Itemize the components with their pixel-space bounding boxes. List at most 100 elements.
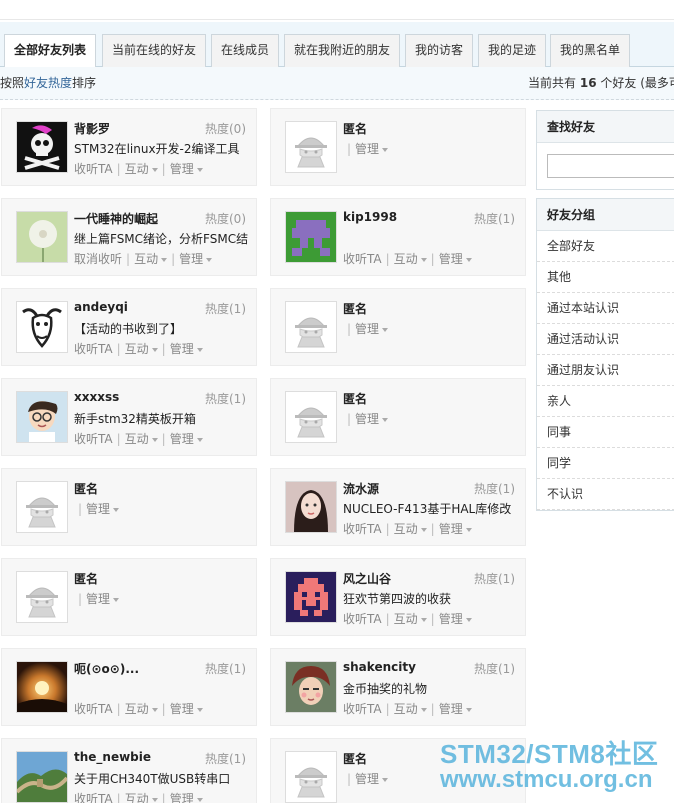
interact-button[interactable]: 互动 — [125, 702, 158, 716]
follow-button[interactable]: 收听TA — [74, 432, 113, 446]
friend-name[interactable]: 流水源 — [343, 480, 379, 497]
friend-name[interactable]: 匿名 — [74, 570, 98, 587]
friend-name[interactable]: 背影罗 — [74, 120, 110, 137]
manage-button[interactable]: 管理 — [86, 592, 120, 606]
avatar[interactable] — [16, 751, 68, 803]
avatar[interactable] — [16, 391, 68, 443]
manage-button[interactable]: 管理 — [439, 702, 472, 716]
interact-label: 互动 — [124, 792, 149, 803]
friend-status[interactable]: STM32在linux开发-2编译工具 — [74, 140, 252, 157]
follow-button[interactable]: 收听TA — [74, 702, 113, 716]
interact-button[interactable]: 互动 — [125, 342, 158, 356]
tab-nearby-friends[interactable]: 就在我附近的朋友 — [284, 34, 401, 67]
group-item[interactable]: 同事 — [537, 417, 674, 448]
avatar[interactable] — [16, 481, 68, 533]
interact-button[interactable]: 互动 — [394, 522, 427, 536]
avatar[interactable] — [285, 301, 337, 353]
avatar[interactable] — [285, 481, 337, 533]
avatar[interactable] — [285, 121, 337, 173]
tab-online-members[interactable]: 在线成员 — [211, 34, 280, 67]
friend-name[interactable]: 匿名 — [343, 300, 367, 317]
friend-name[interactable]: 匿名 — [74, 480, 98, 497]
avatar[interactable] — [16, 571, 68, 623]
friend-name[interactable]: 一代睡神的崛起 — [74, 210, 158, 227]
avatar[interactable] — [285, 751, 337, 803]
follow-button[interactable]: 收听TA — [343, 612, 382, 626]
tab-online-friends[interactable]: 当前在线的好友 — [102, 34, 207, 67]
friend-name[interactable]: 呃(⊙o⊙)... — [74, 660, 139, 677]
search-input[interactable] — [547, 154, 674, 178]
interact-button[interactable]: 互动 — [394, 702, 427, 716]
group-item[interactable]: 同学 — [537, 448, 674, 479]
tab-all-friends[interactable]: 全部好友列表 — [4, 34, 97, 68]
avatar[interactable] — [16, 121, 68, 173]
friend-status[interactable]: 狂欢节第四波的收获 — [343, 590, 521, 607]
friend-name[interactable]: kip1998 — [343, 210, 397, 224]
manage-button[interactable]: 管理 — [355, 322, 389, 336]
tab-my-blacklist[interactable]: 我的黑名单 — [550, 34, 631, 67]
manage-button[interactable]: 管理 — [170, 162, 203, 176]
friend-name[interactable]: the_newbie — [74, 750, 151, 764]
manage-button[interactable]: 管理 — [170, 432, 203, 446]
friend-status[interactable]: 金币抽奖的礼物 — [343, 680, 521, 697]
friend-name[interactable]: andeyqi — [74, 300, 128, 314]
tab-my-footprints[interactable]: 我的足迹 — [478, 34, 547, 67]
manage-button[interactable]: 管理 — [170, 792, 203, 803]
friend-name[interactable]: 风之山谷 — [343, 570, 391, 587]
manage-button[interactable]: 管理 — [355, 142, 389, 156]
manage-button[interactable]: 管理 — [170, 342, 203, 356]
manage-button[interactable]: 管理 — [170, 702, 203, 716]
follow-button[interactable]: 收听TA — [74, 162, 113, 176]
manage-button[interactable]: 管理 — [355, 772, 389, 786]
follow-button[interactable]: 收听TA — [343, 252, 382, 266]
manage-button[interactable]: 管理 — [86, 502, 120, 516]
friend-status[interactable]: NUCLEO-F413基于HAL库修改 — [343, 500, 521, 517]
group-item[interactable]: 亲人 — [537, 386, 674, 417]
action-separator: | — [171, 252, 176, 266]
manage-button[interactable]: 管理 — [179, 252, 213, 266]
avatar[interactable] — [285, 211, 337, 263]
group-item[interactable]: 全部好友 — [537, 231, 674, 262]
avatar[interactable] — [285, 391, 337, 443]
group-panel: 好友分组 全部好友 其他 通过本站认识 通过活动认识 通过朋友认识 亲人 同事 同学 不认识 — [536, 198, 674, 511]
group-item[interactable]: 通过本站认识 — [537, 293, 674, 324]
manage-button[interactable]: 管理 — [439, 522, 472, 536]
action-separator: | — [385, 252, 390, 266]
avatar[interactable] — [285, 661, 337, 713]
friend-status[interactable]: 新手stm32精英板开箱 — [74, 410, 252, 427]
avatar[interactable] — [16, 301, 68, 353]
friend-name[interactable]: 匿名 — [343, 390, 367, 407]
manage-button[interactable]: 管理 — [439, 612, 472, 626]
chevron-down-icon — [420, 707, 427, 712]
follow-button[interactable]: 收听TA — [74, 792, 113, 803]
follow-button[interactable]: 收听TA — [74, 342, 113, 356]
manage-button[interactable]: 管理 — [355, 412, 389, 426]
interact-button[interactable]: 互动 — [134, 252, 168, 266]
interact-button[interactable]: 互动 — [125, 162, 158, 176]
interact-button[interactable]: 互动 — [125, 792, 158, 803]
group-item[interactable]: 其他 — [537, 262, 674, 293]
interact-button[interactable]: 互动 — [394, 252, 427, 266]
friend-name[interactable]: shakencity — [343, 660, 416, 674]
sort-key-link[interactable]: 好友热度 — [24, 76, 72, 90]
group-item[interactable]: 通过活动认识 — [537, 324, 674, 355]
interact-button[interactable]: 互动 — [394, 612, 427, 626]
friend-name[interactable]: 匿名 — [343, 120, 367, 137]
group-item[interactable]: 不认识 — [537, 479, 674, 510]
manage-button[interactable]: 管理 — [439, 252, 472, 266]
friend-status[interactable]: 继上篇FSMC绪论，分析FSMC结 — [74, 230, 252, 247]
avatar[interactable] — [16, 661, 68, 713]
follow-button[interactable]: 收听TA — [343, 702, 382, 716]
interact-button[interactable]: 互动 — [125, 432, 158, 446]
friend-name[interactable]: 匿名 — [343, 750, 367, 767]
follow-button[interactable]: 取消收听 — [74, 252, 122, 266]
avatar[interactable] — [285, 571, 337, 623]
group-item[interactable]: 通过朋友认识 — [537, 355, 674, 386]
avatar[interactable] — [16, 211, 68, 263]
chevron-down-icon — [465, 707, 472, 712]
friend-status[interactable]: 【活动的书收到了】 — [74, 320, 252, 337]
friend-status[interactable]: 关于用CH340T做USB转串口 — [74, 770, 252, 787]
friend-name[interactable]: xxxxss — [74, 390, 119, 404]
tab-my-visitors[interactable]: 我的访客 — [405, 34, 474, 67]
follow-button[interactable]: 收听TA — [343, 522, 382, 536]
